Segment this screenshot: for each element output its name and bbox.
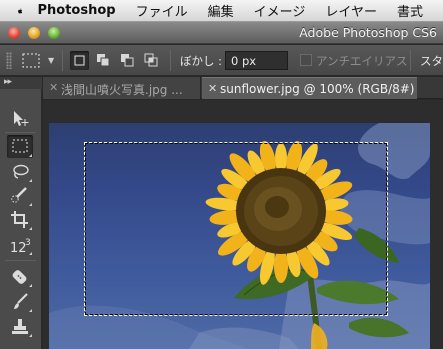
- options-separator: [410, 50, 411, 71]
- menu-layer[interactable]: レイヤー: [325, 1, 377, 20]
- tool-group-indicator: [29, 334, 32, 337]
- new-selection-icon: [74, 55, 85, 66]
- eyedropper-tool[interactable]: 12 3: [7, 233, 33, 256]
- move-tool[interactable]: [7, 107, 33, 130]
- window-title-bar: Adobe Photoshop CS6: [0, 22, 443, 44]
- add-to-selection-button[interactable]: [94, 51, 113, 70]
- tab-label: sunflower.jpg @ 100% (RGB/8#): [220, 82, 415, 96]
- anti-alias-label: アンチエイリアス: [316, 54, 408, 68]
- spot-healing-brush-tool-icon: [12, 270, 27, 284]
- collapse-arrows-icon[interactable]: ▸▸: [4, 77, 12, 87]
- rectangular-marquee-tool[interactable]: [7, 135, 33, 158]
- style-label: スタ: [420, 54, 443, 68]
- tool-group-indicator: [29, 154, 32, 157]
- new-selection-button[interactable]: [70, 51, 89, 70]
- rectangular-marquee-tool-icon: [12, 139, 28, 153]
- apple-menu-icon[interactable]: [17, 3, 23, 19]
- subtract-from-selection-icon: [121, 54, 134, 67]
- selection-marquee[interactable]: [84, 142, 388, 316]
- zoom-window-button[interactable]: [48, 27, 60, 39]
- window-title: Adobe Photoshop CS6: [299, 25, 437, 40]
- svg-text:3: 3: [25, 238, 31, 248]
- clone-stamp-tool[interactable]: [7, 315, 33, 338]
- tool-preset-picker-icon[interactable]: [20, 52, 42, 69]
- add-to-selection-icon: [97, 54, 110, 67]
- brush-tool-icon: [14, 293, 28, 309]
- intersect-selection-icon: [144, 53, 158, 67]
- menu-bar: Photoshop ファイル 編集 イメージ レイヤー 書式: [0, 0, 443, 22]
- menu-type[interactable]: 書式: [397, 1, 423, 20]
- close-tab-icon[interactable]: ✕: [208, 82, 217, 95]
- canvas-margin: [43, 100, 443, 123]
- clone-stamp-tool-icon: [12, 319, 28, 334]
- feather-label: ぼかし :: [180, 54, 223, 68]
- options-separator: [170, 50, 171, 71]
- tools-separator: [5, 132, 36, 133]
- close-tab-icon[interactable]: ✕: [49, 81, 58, 94]
- quick-selection-tool[interactable]: [7, 184, 33, 207]
- crop-tool[interactable]: [7, 208, 33, 231]
- menu-image[interactable]: イメージ: [254, 1, 306, 20]
- subtract-from-selection-button[interactable]: [118, 51, 137, 70]
- tab-sunflower[interactable]: ✕ sunflower.jpg @ 100% (RGB/8#): [202, 77, 417, 99]
- crop-tool-icon: [11, 211, 28, 228]
- lasso-tool-icon: [13, 164, 29, 179]
- spot-healing-brush-tool[interactable]: [7, 265, 33, 288]
- move-tool-icon: [14, 111, 29, 126]
- tab-label: 浅間山噴火写真.jpg ...: [61, 83, 183, 97]
- intersect-selection-button[interactable]: [142, 51, 161, 70]
- anti-alias-checkbox[interactable]: [300, 54, 312, 66]
- app-menu-photoshop[interactable]: Photoshop: [37, 3, 115, 18]
- tools-panel-header[interactable]: ▸▸: [0, 77, 42, 89]
- document-canvas-sunflower[interactable]: [49, 123, 430, 349]
- brush-tool[interactable]: [7, 290, 33, 313]
- quick-selection-tool-icon: [11, 187, 27, 203]
- tool-preset-caret-icon[interactable]: ▼: [48, 56, 54, 65]
- tab-eruption-photo[interactable]: ✕ 浅間山噴火写真.jpg ...: [43, 77, 201, 99]
- lasso-tool[interactable]: [7, 160, 33, 183]
- tool-group-indicator: [29, 203, 32, 206]
- canvas-workspace[interactable]: [43, 100, 443, 349]
- options-bar: ▼ ぼかし : アンチエイリアス スタ: [0, 45, 443, 76]
- menu-edit[interactable]: 編集: [208, 1, 234, 20]
- tool-group-indicator: [29, 227, 32, 230]
- menu-file[interactable]: ファイル: [136, 1, 188, 20]
- tool-group-indicator: [29, 179, 32, 182]
- close-window-button[interactable]: [8, 27, 20, 39]
- feather-input[interactable]: [225, 51, 288, 70]
- tools-separator: [5, 260, 36, 261]
- tool-group-indicator: [29, 284, 32, 287]
- minimize-window-button[interactable]: [28, 27, 40, 39]
- tools-panel: ▸▸ 12 3: [0, 77, 42, 349]
- options-separator: [62, 50, 63, 71]
- tool-group-indicator: [29, 252, 32, 255]
- options-bar-grip[interactable]: [6, 52, 12, 69]
- document-tab-bar: ✕ 浅間山噴火写真.jpg ... ✕ sunflower.jpg @ 100%…: [43, 77, 443, 99]
- tool-group-indicator: [29, 309, 32, 312]
